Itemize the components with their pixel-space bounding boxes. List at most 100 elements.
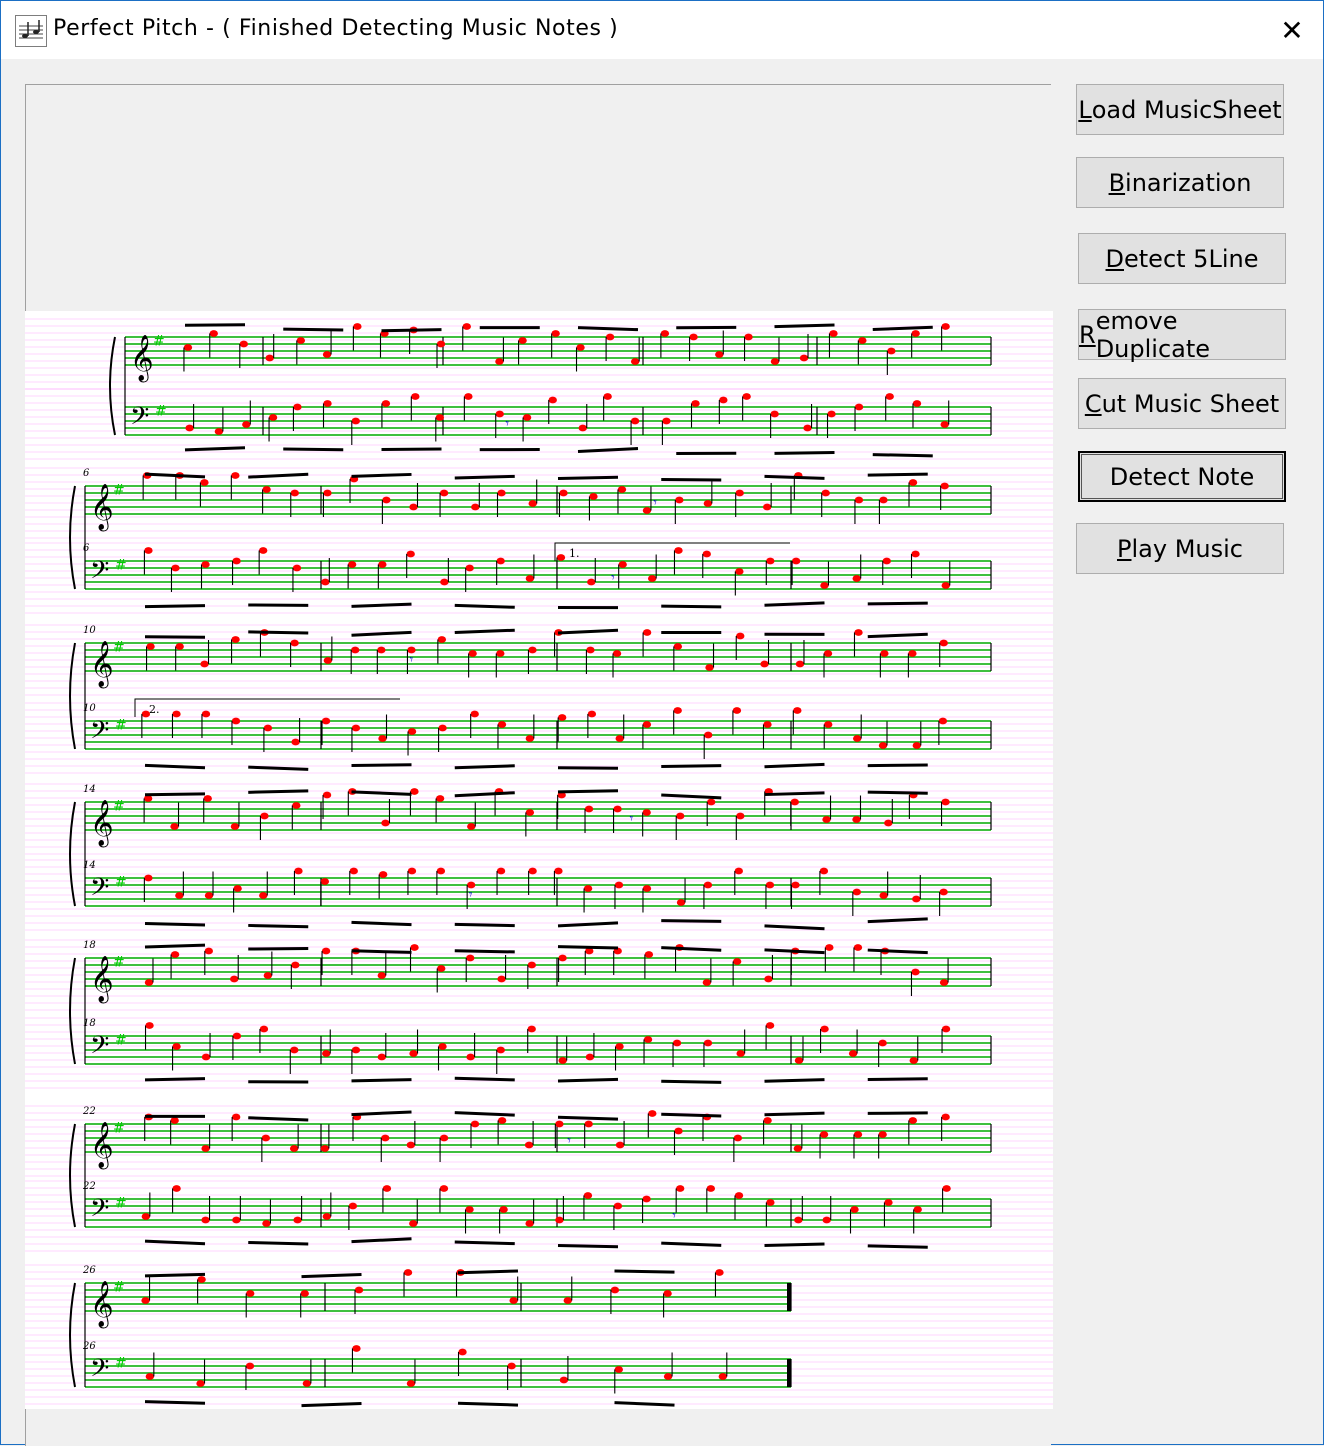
note-head [202, 711, 210, 718]
system-brace [110, 337, 115, 435]
note-head [437, 965, 445, 972]
note-head [822, 490, 830, 497]
note-head [908, 650, 916, 657]
note-head [246, 1290, 254, 1297]
note-head [197, 1276, 205, 1283]
beam [455, 1242, 515, 1244]
note-head [409, 1220, 417, 1227]
note-head [558, 1057, 566, 1064]
measure-number: 10 [83, 625, 96, 636]
note-head [850, 1206, 858, 1213]
note-head [523, 414, 531, 421]
note-head [587, 579, 595, 586]
note-head [704, 500, 712, 507]
note-head [437, 341, 445, 348]
note-head [471, 1121, 479, 1128]
cut-music-sheet-button[interactable]: Cut Music Sheet [1078, 378, 1286, 429]
note-head [408, 868, 416, 875]
beam [873, 327, 933, 329]
note-head [471, 504, 479, 511]
note-head [576, 344, 584, 351]
note-head [321, 579, 329, 586]
beam [868, 474, 928, 475]
beam [775, 452, 835, 453]
note-head [200, 661, 208, 668]
note-head [615, 1043, 623, 1050]
note-head [259, 892, 267, 899]
note-head [855, 497, 863, 504]
final-bar [787, 1283, 791, 1311]
note-head [614, 1203, 622, 1210]
note-head [232, 718, 240, 725]
note-head [498, 721, 506, 728]
note-head [528, 647, 536, 654]
note-head [231, 823, 239, 830]
key-sharp: # [113, 1120, 125, 1136]
note-head [322, 948, 330, 955]
close-icon[interactable]: ✕ [1261, 1, 1323, 59]
note-head [662, 418, 670, 425]
load-musicsheet-button[interactable]: Load MusicSheet [1076, 84, 1284, 135]
note-head [676, 1185, 684, 1192]
treble-clef: 𝄞 [90, 800, 114, 848]
detect-note-button[interactable]: Detect Note [1078, 451, 1286, 502]
note-head [291, 739, 299, 746]
note-head [584, 1192, 592, 1199]
note-head [794, 1217, 802, 1224]
note-head [321, 1145, 329, 1152]
note-head [643, 507, 651, 514]
note-head [377, 647, 385, 654]
note-head [735, 868, 743, 875]
beam [455, 476, 515, 478]
note-head [201, 561, 209, 568]
note-head [735, 568, 743, 575]
binarization-button[interactable]: Binarization [1076, 157, 1284, 208]
beam [868, 792, 928, 793]
note-head [703, 979, 711, 986]
beam [302, 1275, 362, 1277]
note-head [764, 976, 772, 983]
note-head [210, 330, 218, 337]
note-head [792, 558, 800, 565]
beam [765, 926, 825, 929]
note-head [407, 1380, 415, 1387]
note-head [518, 337, 526, 344]
note-head [436, 414, 444, 421]
note-head [613, 806, 621, 813]
note-head [642, 809, 650, 816]
note-head [879, 742, 887, 749]
note-head [704, 732, 712, 739]
beam [455, 1078, 515, 1080]
beam [352, 951, 412, 953]
beam [578, 449, 638, 452]
note-head [497, 490, 505, 497]
key-sharp: # [113, 954, 125, 970]
note-head [529, 500, 537, 507]
title-bar: Perfect Pitch - ( Finished Detecting Mus… [1, 1, 1323, 59]
note-head [661, 330, 669, 337]
note-head [321, 878, 329, 885]
detect-5line-button[interactable]: Detect 5Line [1078, 233, 1286, 284]
note-head [170, 823, 178, 830]
note-head [201, 1217, 209, 1224]
play-music-button[interactable]: Play Music [1076, 523, 1284, 574]
note-head [349, 1203, 357, 1210]
note-head [465, 565, 473, 572]
note-head [463, 323, 471, 330]
note-head [704, 1040, 712, 1047]
measure-number: 22 [82, 1106, 96, 1117]
note-head [820, 1131, 828, 1138]
volta-bracket [555, 543, 790, 561]
note-head [554, 868, 562, 875]
note-head [852, 816, 860, 823]
key-sharp: # [115, 1195, 127, 1211]
note-head [204, 795, 212, 802]
note-head [290, 1145, 298, 1152]
beam [558, 477, 618, 478]
remove-duplicate-button[interactable]: Remove Duplicate [1078, 309, 1286, 360]
beam [382, 330, 442, 331]
beam [248, 925, 308, 926]
note-head [883, 558, 891, 565]
note-head [526, 809, 534, 816]
note-head [791, 799, 799, 806]
